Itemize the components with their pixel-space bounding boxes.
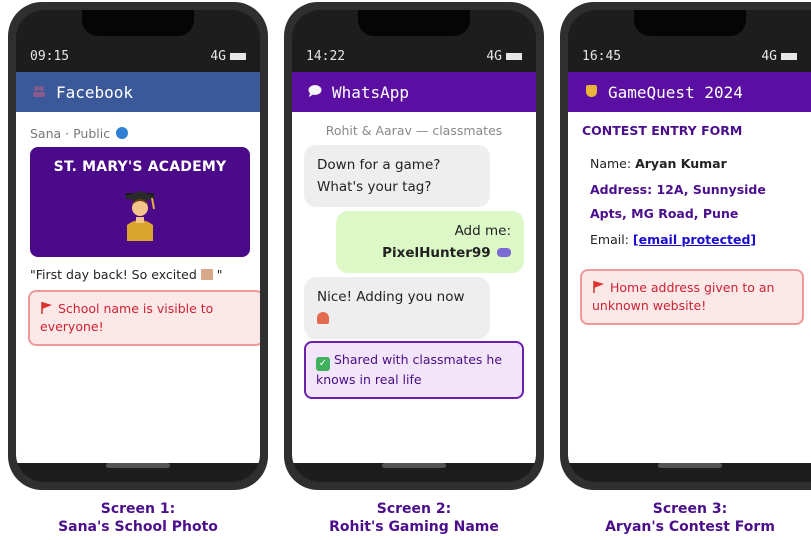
home-indicator[interactable] [382,463,446,468]
post-caption: "First day back! So excited " [30,267,222,282]
caption-screen-1: Screen 1: Sana's School Photo [3,500,273,536]
name-value: Aryan Kumar [635,156,727,171]
phone-whatsapp: 14:22 4G WhatsApp Rohit & Aarav — classm… [284,2,544,490]
chat-header: Rohit & Aarav — classmates [325,123,503,138]
status-network: 4G [210,49,246,64]
caption-subtitle: Aryan's Contest Form [605,519,775,535]
school-name: ST. MARY'S ACADEMY [53,159,227,175]
network-label: 4G [761,48,777,64]
caption-title: Screen 2: [376,501,452,517]
status-time: 14:22 [306,48,346,64]
red-flag-icon [40,301,54,314]
status-bar: 14:22 4G [292,40,536,72]
caption-screen-3: Screen 3: Aryan's Contest Form [555,500,811,536]
caption-subtitle: Sana's School Photo [58,519,218,535]
trophy-icon [580,84,602,100]
facebook-feed: Sana · Public ST. MARY'S ACADEMY "First [16,112,260,463]
email-field: Email: [email protected] [590,228,756,252]
home-indicator[interactable] [106,463,170,468]
warning-alert: Home address given to an unknown website… [580,269,804,325]
message-text: Down for a game? [317,157,441,173]
gamepad-icon [497,248,511,257]
rocket-icon [317,312,329,324]
network-label: 4G [486,48,502,64]
phone-facebook: 09:15 4G Facebook Sana · Public ST. MARY… [8,2,268,490]
message-text: Add me: [454,223,511,239]
post-author: Sana · Public [30,126,129,141]
phone-notch [82,10,194,36]
alert-text: Home address given to an unknown website… [592,280,775,313]
incoming-message[interactable]: Down for a game? What's your tag? [304,145,490,207]
app-bar-facebook: Facebook [16,72,260,112]
address-field: Address: 12A, Sunnyside [590,182,766,197]
phone-gamequest: 16:45 4G GameQuest 2024 CONTEST ENTRY FO… [560,2,811,490]
globe-icon [116,127,129,139]
status-network: 4G [486,49,522,64]
success-text: Shared with classmates he knows in real … [316,352,503,387]
contest-form: CONTEST ENTRY FORM Name: Aryan Kumar Add… [568,112,811,463]
status-time: 16:45 [582,48,622,64]
chat-bubble-icon [304,84,326,100]
message-text: What's your tag? [317,179,432,195]
phone-screen-frame: 14:22 4G WhatsApp Rohit & Aarav — classm… [292,10,536,482]
incoming-message[interactable]: Nice! Adding you now [304,277,490,339]
graduate-icon [122,191,158,241]
caption-title: Screen 1: [100,501,176,517]
phone-notch [358,10,470,36]
rocket-line [317,308,477,330]
app-title: WhatsApp [332,82,410,102]
status-bar: 16:45 4G [568,40,811,72]
phone-screen-frame: 16:45 4G GameQuest 2024 CONTEST ENTRY FO… [568,10,811,482]
alert-text: School name is visible to everyone! [40,301,214,334]
form-title: CONTEST ENTRY FORM [582,123,743,138]
name-label: Name: [590,156,632,171]
whatsapp-chat: Rohit & Aarav — classmates Down for a ga… [292,112,536,463]
phone-screen-frame: 09:15 4G Facebook Sana · Public ST. MARY… [16,10,260,482]
home-indicator[interactable] [657,463,722,468]
email-label: Email: [590,232,629,247]
people-icon [28,85,50,100]
status-time: 09:15 [30,48,70,64]
status-bar: 09:15 4G [16,40,260,72]
gamer-tag-text: PixelHunter99 [382,245,491,261]
phone-notch [633,10,746,36]
app-title: Facebook [56,82,134,102]
name-field: Name: Aryan Kumar [590,152,727,176]
warning-alert: School name is visible to everyone! [28,290,260,346]
address-field-line2: Apts, MG Road, Pune [590,206,739,221]
school-photo[interactable]: ST. MARY'S ACADEMY [30,147,250,257]
caption-screen-2: Screen 2: Rohit's Gaming Name [279,500,549,536]
network-label: 4G [210,48,226,64]
email-link[interactable]: [email protected] [633,232,756,247]
battery-icon [506,52,522,60]
check-mark-icon: ✓ [316,357,330,371]
gamer-tag: PixelHunter99 [349,242,511,264]
success-note: ✓ Shared with classmates he knows in real… [304,341,524,399]
app-bar-whatsapp: WhatsApp [292,72,536,112]
caption-title: Screen 3: [652,501,728,517]
status-network: 4G [761,49,797,64]
school-building-icon [200,269,213,280]
post-text: "First day back! So excited [30,267,197,282]
red-flag-icon [592,280,606,293]
post-author-label: Sana · Public [30,126,111,141]
app-bar-gamequest: GameQuest 2024 [568,72,811,112]
caption-subtitle: Rohit's Gaming Name [329,519,499,535]
message-text: Nice! Adding you now [317,289,465,305]
post-text-end: " [216,267,223,282]
battery-icon [230,52,246,60]
battery-icon [781,52,797,60]
outgoing-message[interactable]: Add me: PixelHunter99 [336,211,524,273]
app-title: GameQuest 2024 [608,82,743,102]
